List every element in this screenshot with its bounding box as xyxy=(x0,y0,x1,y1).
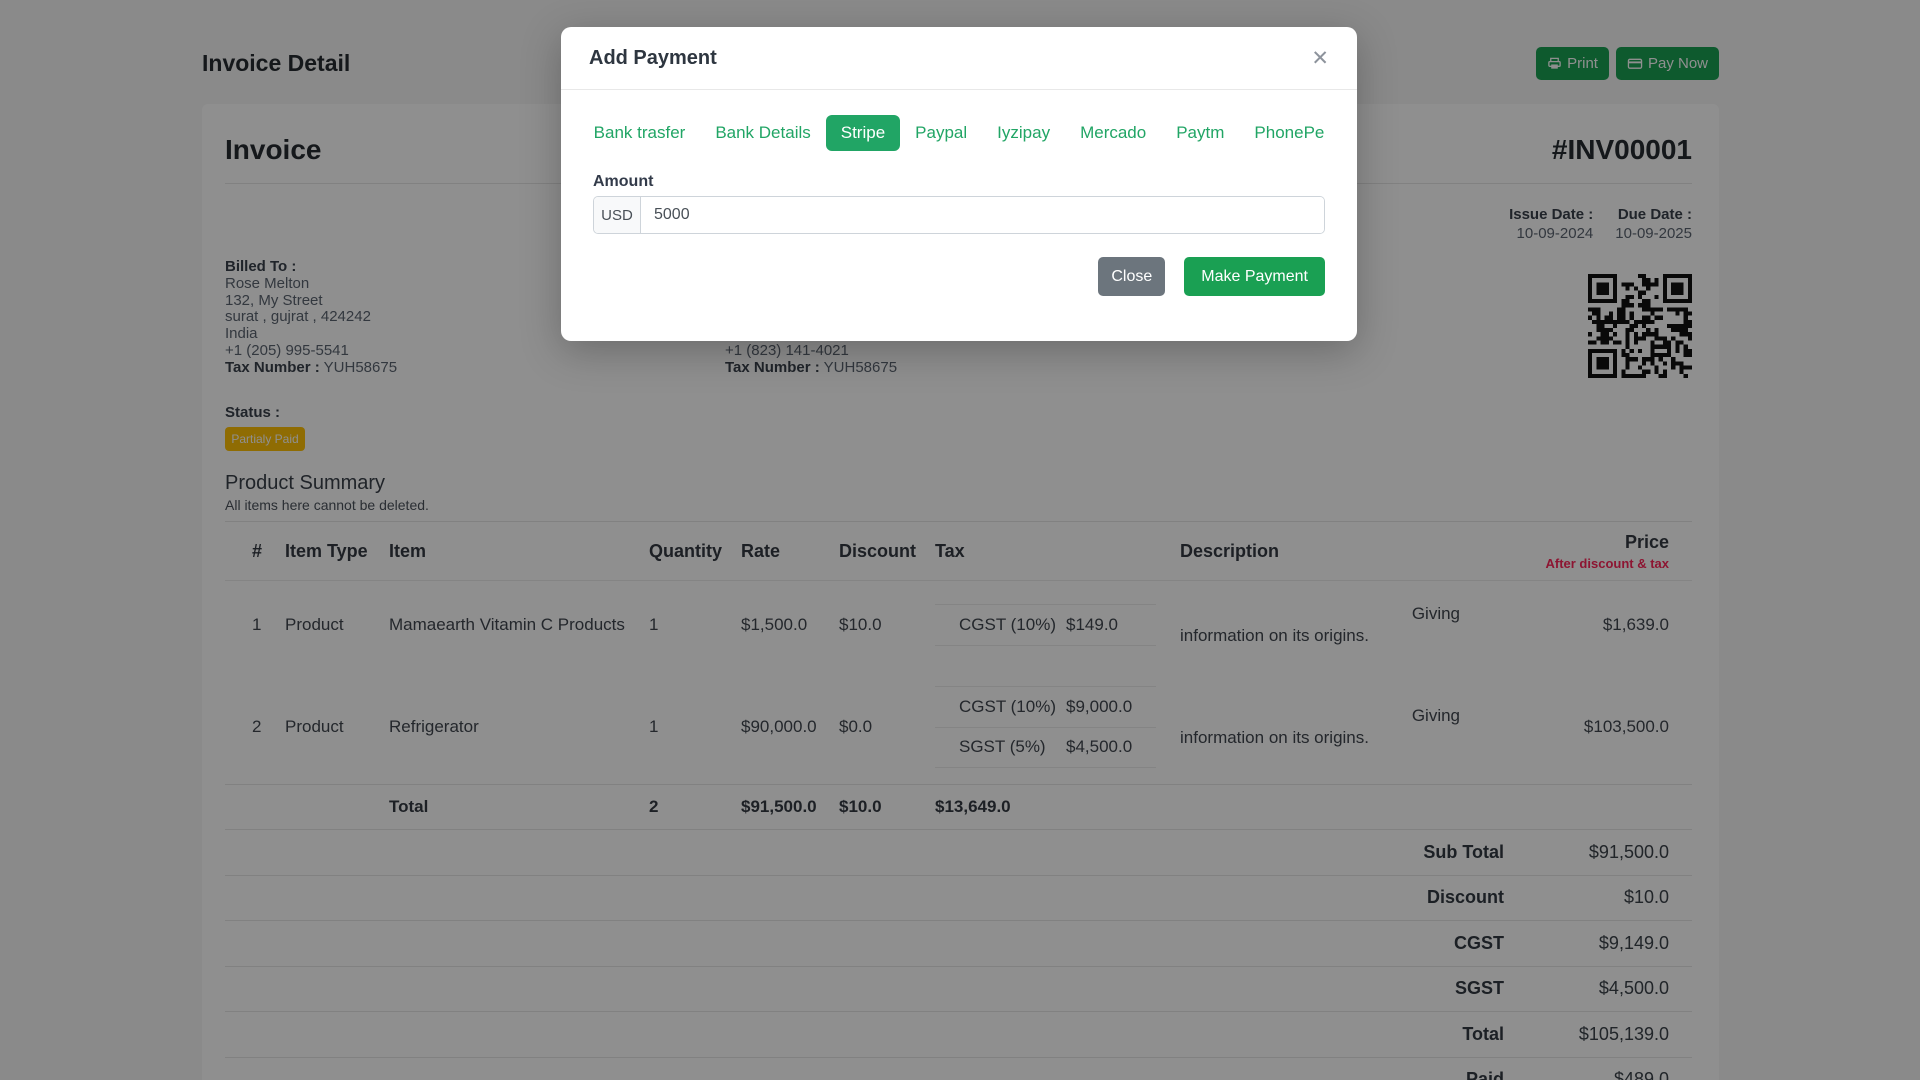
tab-phonepe[interactable]: PhonePe xyxy=(1239,115,1339,151)
amount-input[interactable] xyxy=(641,197,1324,233)
tab-paytm[interactable]: Paytm xyxy=(1161,115,1239,151)
amount-label: Amount xyxy=(593,173,654,190)
make-payment-button[interactable]: Make Payment xyxy=(1184,257,1325,296)
tab-stripe[interactable]: Stripe xyxy=(825,115,901,151)
modal-title: Add Payment xyxy=(589,46,717,69)
tab-mercado[interactable]: Mercado xyxy=(1065,115,1161,151)
tab-bank-transfer[interactable]: Bank trasfer xyxy=(579,115,701,151)
payment-method-tabs: Bank trasfer Bank Details Stripe Paypal … xyxy=(593,115,1325,151)
close-button[interactable]: Close xyxy=(1098,257,1166,296)
tab-iyzipay[interactable]: Iyzipay xyxy=(982,115,1065,151)
close-icon[interactable]: ✕ xyxy=(1311,48,1329,69)
currency-prefix: USD xyxy=(594,197,641,233)
amount-input-group: USD xyxy=(593,196,1325,234)
add-payment-modal: Add Payment ✕ Bank trasfer Bank Details … xyxy=(561,27,1357,341)
tab-bank-details[interactable]: Bank Details xyxy=(700,115,825,151)
tab-paypal[interactable]: Paypal xyxy=(900,115,982,151)
